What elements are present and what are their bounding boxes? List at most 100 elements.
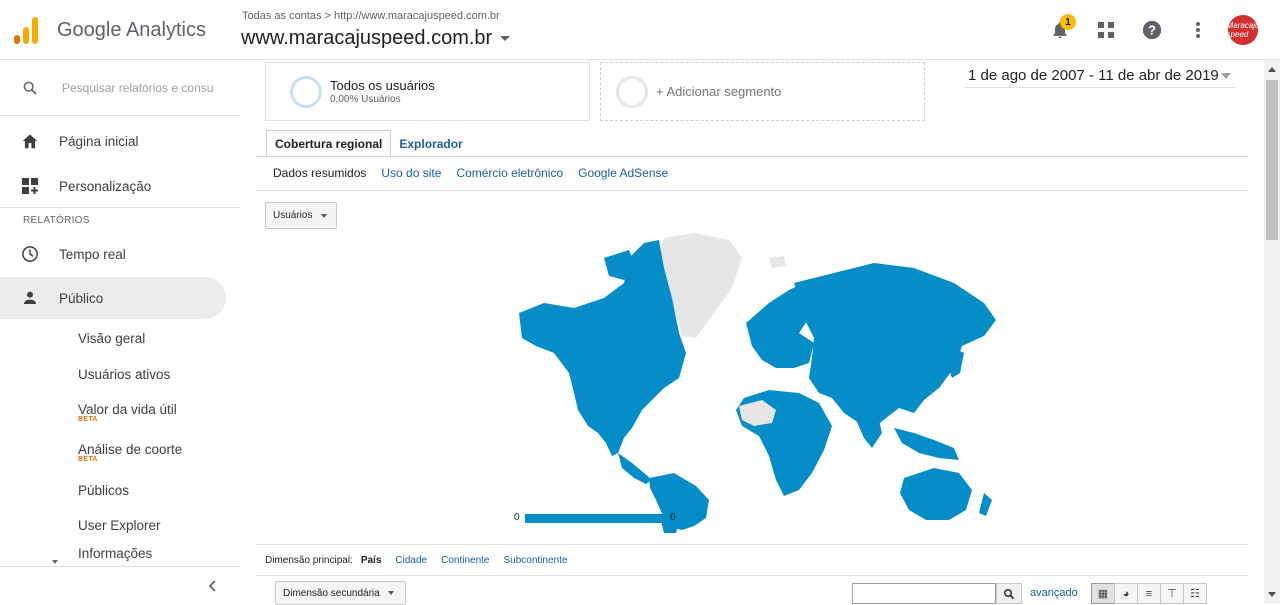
beta-badge: BETA — [78, 456, 98, 463]
table-search-button[interactable] — [996, 583, 1022, 604]
scroll-down-icon[interactable] — [1268, 592, 1276, 597]
search-input[interactable]: Pesquisar relatórios e consultas — [62, 81, 214, 95]
section-divider — [256, 575, 1248, 576]
sidebar-item-label: Valor da vida útil — [78, 402, 177, 417]
scroll-up-icon[interactable] — [1268, 67, 1276, 72]
scrollbar-thumb[interactable] — [1266, 80, 1278, 240]
world-map[interactable] — [514, 228, 1004, 533]
analytics-logo-icon[interactable] — [14, 16, 40, 44]
metric-dropdown[interactable]: Usuários — [265, 202, 337, 229]
avatar[interactable]: Maracaju speed — [1227, 15, 1259, 45]
sidebar-item-label: Tempo real — [59, 246, 126, 262]
table-search-input[interactable] — [852, 583, 996, 604]
sidebar-subitem-insights[interactable]: Informações — [78, 546, 152, 561]
dimension-subcontinent[interactable]: Subcontinente — [503, 555, 567, 566]
pie-view-button[interactable]: ◕ — [1114, 583, 1138, 604]
sidebar-subitem-active-users[interactable]: Usuários ativos — [78, 367, 170, 382]
sidebar-subitem-overview[interactable]: Visão geral — [78, 331, 145, 346]
map-region-asia[interactable] — [794, 263, 996, 428]
sidebar-item-label: Público — [59, 290, 104, 306]
dashboard-add-icon — [20, 176, 40, 196]
chevron-down-icon — [1221, 72, 1231, 79]
sidebar-subitem-cohort[interactable]: Análise de coorte BETA — [78, 442, 182, 463]
dimension-city[interactable]: Cidade — [395, 555, 427, 566]
search-icon — [1004, 588, 1015, 599]
add-segment-button[interactable]: + Adicionar segmento — [600, 62, 925, 121]
tab-divider — [256, 156, 1248, 157]
tab-explorer[interactable]: Explorador — [391, 130, 470, 157]
legend-min: 0 — [514, 512, 520, 523]
map-region-new-zealand[interactable] — [979, 493, 992, 516]
notifications-button[interactable]: 1 — [1044, 14, 1076, 46]
brand-name[interactable]: Google Analytics — [57, 19, 206, 42]
sidebar-item-label: Análise de coorte — [78, 442, 183, 457]
sidebar-item-audience[interactable]: Público — [0, 277, 226, 319]
subtab-site-usage[interactable]: Uso do site — [381, 166, 441, 180]
add-segment-label: + Adicionar segmento — [656, 84, 782, 99]
chevron-down-icon — [387, 591, 394, 595]
beta-badge: BETA — [78, 416, 98, 423]
clock-icon — [20, 244, 40, 264]
apps-grid-icon — [1098, 22, 1114, 38]
segment-title: Todos os usuários — [330, 78, 435, 93]
pivot-view-button[interactable]: ☷ — [1183, 583, 1207, 604]
tab-regional-coverage[interactable]: Cobertura regional — [266, 130, 392, 157]
pivot-icon: ☷ — [1190, 588, 1200, 600]
pie-chart-icon: ◕ — [1122, 587, 1130, 600]
dimension-country[interactable]: País — [361, 555, 382, 566]
secondary-dimension-label: Dimensão secundária — [283, 587, 380, 599]
grid-icon: ▦ — [1097, 588, 1109, 600]
home-icon — [20, 131, 40, 151]
map-region-oceania[interactable] — [900, 468, 972, 520]
collapse-sidebar-button[interactable] — [0, 566, 240, 604]
map-region-north-america[interactable] — [519, 240, 686, 456]
comparison-icon: ⊤ — [1167, 588, 1177, 600]
section-divider — [256, 544, 1248, 545]
secondary-dimension-dropdown[interactable]: Dimensão secundária — [275, 581, 406, 605]
sidebar-item-label: Página inicial — [59, 133, 139, 149]
segment-all-users[interactable]: Todos os usuários 0,00% Usuários — [265, 62, 590, 121]
sidebar-subitem-audiences[interactable]: Públicos — [78, 483, 129, 498]
help-icon: ? — [1142, 20, 1162, 40]
sidebar-search[interactable]: Pesquisar relatórios e consultas — [0, 60, 240, 116]
performance-view-button[interactable]: ≡ — [1137, 583, 1161, 604]
dimension-continent[interactable]: Continente — [441, 555, 489, 566]
help-button[interactable]: ? — [1136, 14, 1168, 46]
bar-chart-icon: ≡ — [1145, 587, 1153, 600]
property-name: www.maracajuspeed.com.br — [241, 27, 493, 49]
page-scrollbar[interactable] — [1264, 60, 1280, 604]
segment-ring-icon — [616, 75, 648, 108]
property-selector[interactable]: www.maracajuspeed.com.br — [241, 27, 511, 50]
table-view-button[interactable]: ▦ — [1091, 583, 1115, 604]
more-options-button[interactable] — [1182, 14, 1214, 46]
expand-arrow-icon[interactable] — [52, 560, 58, 564]
sidebar-item-realtime[interactable]: Tempo real — [0, 233, 226, 275]
chevron-down-icon — [500, 36, 511, 41]
sidebar-item-label: Personalização — [59, 178, 152, 194]
apps-button[interactable] — [1090, 14, 1122, 46]
subtab-ecommerce[interactable]: Comércio eletrônico — [456, 166, 563, 180]
date-range-label: 1 de ago de 2007 - 11 de abr de 2019 — [968, 67, 1219, 84]
map-region-central-america[interactable] — [618, 453, 652, 484]
subtab-adsense[interactable]: Google AdSense — [578, 166, 668, 180]
breadcrumb[interactable]: Todas as contas > http://www.maracajuspe… — [242, 10, 500, 22]
sidebar-subitem-user-explorer[interactable]: User Explorer — [78, 518, 161, 533]
report-content: Todos os usuários 0,00% Usuários + Adici… — [256, 60, 1248, 605]
chevron-down-icon — [321, 213, 328, 218]
sidebar-subitem-lifetime-value[interactable]: Valor da vida útil BETA — [78, 402, 177, 423]
sidebar-item-customization[interactable]: Personalização — [0, 165, 226, 207]
map-region-southeast-asia[interactable] — [894, 428, 959, 460]
sidebar-item-home[interactable]: Página inicial — [0, 120, 226, 162]
advanced-filter-link[interactable]: avançado — [1030, 587, 1078, 599]
comparison-view-button[interactable]: ⊤ — [1160, 583, 1184, 604]
person-icon — [20, 288, 40, 308]
map-region-no-data[interactable] — [769, 256, 786, 268]
date-range-picker[interactable]: 1 de ago de 2007 - 11 de abr de 2019 — [965, 64, 1235, 88]
subtab-summary[interactable]: Dados resumidos — [273, 166, 366, 180]
subtab-divider — [256, 190, 1248, 191]
metric-dropdown-label: Usuários — [273, 210, 313, 221]
legend-color-bar — [525, 514, 664, 523]
legend-max: 0 — [670, 512, 676, 523]
svg-text:?: ? — [1148, 23, 1156, 38]
segment-percentage: 0,00% Usuários — [330, 94, 401, 105]
